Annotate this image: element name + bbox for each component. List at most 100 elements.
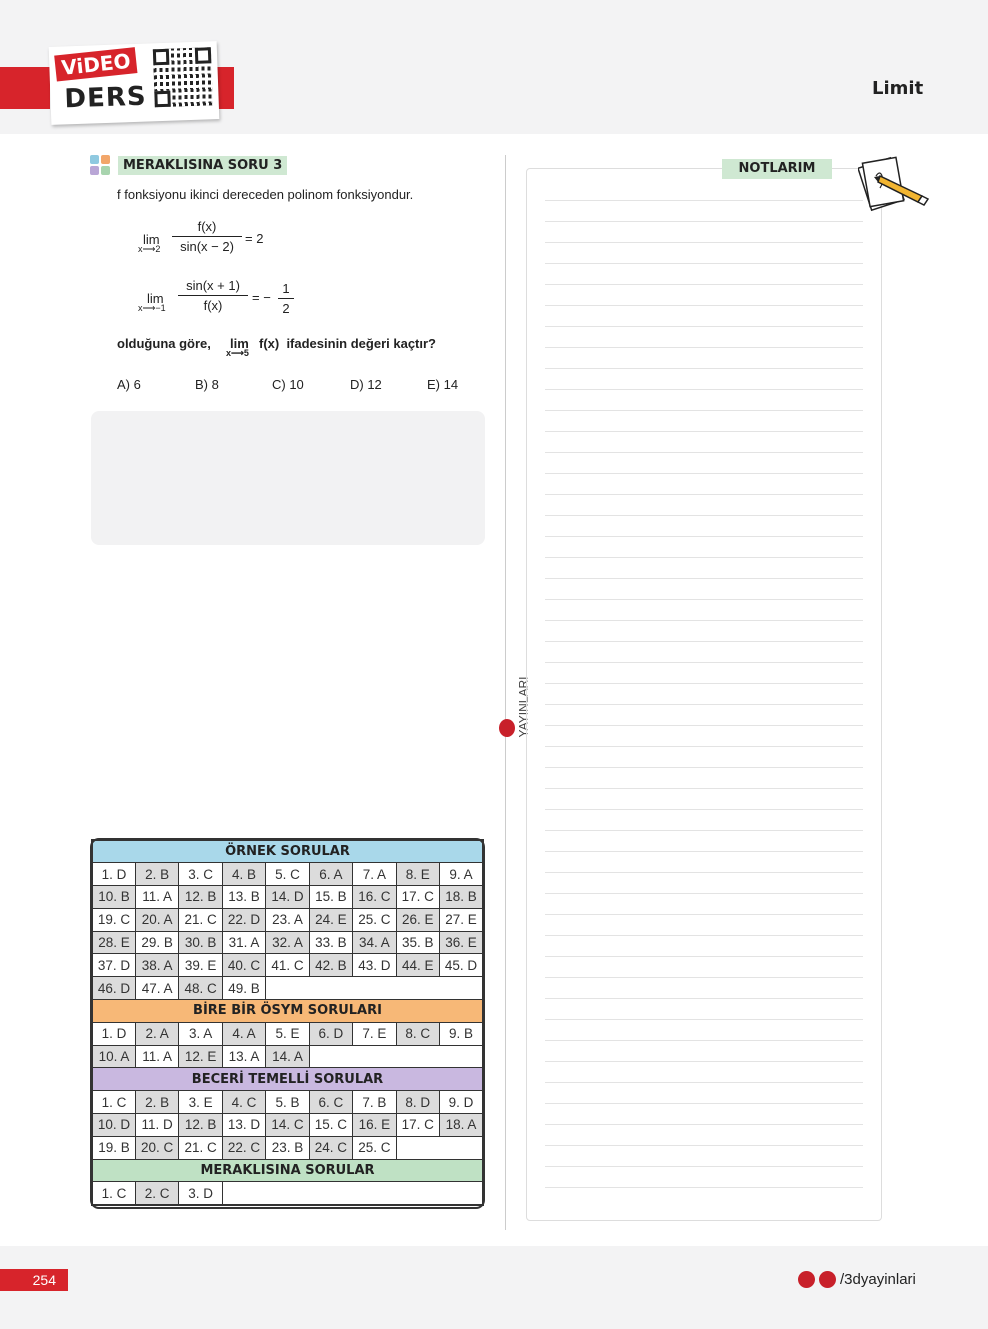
answer-cell: 7. B <box>352 1090 397 1115</box>
denominator: f(x) <box>203 298 223 313</box>
answer-cell: 29. B <box>134 930 180 955</box>
question-intro: f fonksiyonu ikinci dereceden polinom fo… <box>117 187 414 202</box>
notes-area[interactable] <box>526 168 882 1221</box>
question-tag: MERAKLISINA SORU 3 <box>118 155 288 175</box>
empty-cell <box>308 1044 484 1069</box>
publisher-logo-icon <box>499 719 515 737</box>
answer-row: 10. A 11. A 12. E 13. A 14. A <box>91 1044 484 1069</box>
answer-cell: 8. E <box>395 862 441 887</box>
option-b[interactable]: B) 8 <box>195 377 219 392</box>
answer-row: 46. D 47. A 48. C 49. B <box>91 976 484 1001</box>
answer-cell: 25. C <box>352 1135 397 1160</box>
answer-cell: 15. C <box>308 1113 354 1137</box>
option-c[interactable]: C) 10 <box>272 377 304 392</box>
answer-row: 1. D 2. A 3. A 4. A 5. E 6. D 7. E 8. C 9. B <box>91 1021 484 1046</box>
notes-title: NOTLARIM <box>722 159 832 179</box>
answer-cell: 9. B <box>439 1021 484 1046</box>
answer-cell: 10. A <box>91 1044 136 1069</box>
answer-cell: 39. E <box>178 953 223 978</box>
video-lesson-badge[interactable]: ViDEO DERS <box>48 41 220 125</box>
answer-cell: 28. E <box>91 930 136 955</box>
answer-cell: 19. C <box>91 907 136 932</box>
section-header-row: MERAKLISINA SORULAR <box>91 1158 484 1183</box>
answer-cell: 43. D <box>352 953 397 978</box>
denominator: sin(x − 2) <box>180 239 234 254</box>
answer-cell: 3. A <box>178 1021 223 1046</box>
answer-row: 1. D 2. B 3. C 4. B 5. C 6. A 7. A 8. E 9. A <box>91 862 484 887</box>
answer-cell: 6. C <box>308 1090 354 1115</box>
answer-cell: 1. D <box>91 862 136 887</box>
answer-cell: 36. E <box>439 930 484 955</box>
answer-cell: 26. E <box>395 907 441 932</box>
answer-cell: 15. B <box>308 885 354 909</box>
answer-cell: 2. C <box>134 1181 180 1206</box>
answer-cell: 14. C <box>265 1113 310 1137</box>
answer-cell: 45. D <box>439 953 484 978</box>
answer-cell: 13. D <box>221 1113 267 1137</box>
answer-cell: 10. D <box>91 1113 136 1137</box>
answer-cell: 12. B <box>178 1113 223 1137</box>
empty-cell <box>221 1181 484 1206</box>
answer-row: 28. E 29. B 30. B 31. A 32. A 33. B 34. A 35. B… <box>91 930 484 955</box>
section-header-row: BECERİ TEMELLİ SORULAR <box>91 1067 484 1092</box>
question-header: MERAKLISINA SORU 3 <box>90 155 288 175</box>
answer-cell: 3. E <box>178 1090 223 1115</box>
answer-cell: 2. B <box>134 1090 180 1115</box>
youtube-icon[interactable] <box>798 1271 815 1288</box>
answer-row: 1. C 2. C 3. D <box>91 1181 484 1206</box>
answer-cell: 20. A <box>134 907 180 932</box>
answer-cell: 33. B <box>308 930 354 955</box>
answer-cell: 21. C <box>178 1135 223 1160</box>
answer-cell: 23. A <box>265 907 310 932</box>
chapter-title: Limit <box>872 78 924 99</box>
answer-cell: 49. B <box>221 976 267 1001</box>
answer-cell: 8. D <box>395 1090 441 1115</box>
answer-cell: 13. B <box>221 885 267 909</box>
social-handle[interactable]: /3dyayinlari <box>798 1271 916 1288</box>
prompt-lim-sub: x⟶5 <box>226 348 249 358</box>
answer-cell: 17. C <box>395 885 441 909</box>
answer-cell: 5. C <box>265 862 310 887</box>
option-a[interactable]: A) 6 <box>117 377 141 392</box>
fraction-1: f(x) sin(x − 2) <box>172 219 242 254</box>
answer-key-table: ÖRNEK SORULAR 1. D 2. B 3. C 4. B 5. C 6. A 7. … <box>91 839 484 1206</box>
answer-row: 19. C 20. A 21. C 22. D 23. A 24. E 25. C 26. E… <box>91 907 484 932</box>
answer-cell: 30. B <box>178 930 223 955</box>
answer-cell: 13. A <box>221 1044 267 1069</box>
ders-label: DERS <box>64 81 148 115</box>
answer-cell: 2. A <box>134 1021 180 1046</box>
answer-cell: 27. E <box>439 907 484 932</box>
answer-cell: 9. D <box>439 1090 484 1115</box>
answer-cell: 34. A <box>352 930 397 955</box>
column-divider <box>505 155 506 1230</box>
answer-row: 37. D 38. A 39. E 40. C 41. C 42. B 43. D 44. E… <box>91 953 484 978</box>
limit-2-sub: x⟶−1 <box>138 303 166 313</box>
option-d[interactable]: D) 12 <box>350 377 382 392</box>
answer-cell: 6. D <box>308 1021 354 1046</box>
answer-cell: 1. D <box>91 1021 136 1046</box>
answer-cell: 20. C <box>134 1135 180 1160</box>
solution-area[interactable] <box>91 411 485 545</box>
equals-1: = 2 <box>245 231 264 246</box>
answer-cell: 6. A <box>308 862 354 887</box>
answer-cell: 40. C <box>221 953 267 978</box>
answer-cell: 42. B <box>308 953 354 978</box>
answer-cell: 21. C <box>178 907 223 932</box>
qr-code[interactable] <box>152 47 213 108</box>
answer-cell: 18. A <box>439 1113 484 1137</box>
answer-cell: 11. A <box>134 1044 180 1069</box>
answer-cell: 35. B <box>395 930 441 955</box>
answer-cell: 14. D <box>265 885 310 909</box>
section-title: MERAKLISINA SORULAR <box>91 1158 484 1183</box>
answer-cell: 12. B <box>178 885 223 909</box>
answer-cell: 24. C <box>308 1135 354 1160</box>
section-title: BİRE BİR ÖSYM SORULARI <box>91 999 484 1023</box>
section-header-row: ÖRNEK SORULAR <box>91 839 484 864</box>
instagram-icon[interactable] <box>819 1271 836 1288</box>
option-e[interactable]: E) 14 <box>427 377 458 392</box>
answer-cell: 17. C <box>395 1113 441 1137</box>
squares-icon <box>90 155 110 175</box>
answer-cell: 22. D <box>221 907 267 932</box>
answer-cell: 32. A <box>265 930 310 955</box>
answer-cell: 4. A <box>221 1021 267 1046</box>
